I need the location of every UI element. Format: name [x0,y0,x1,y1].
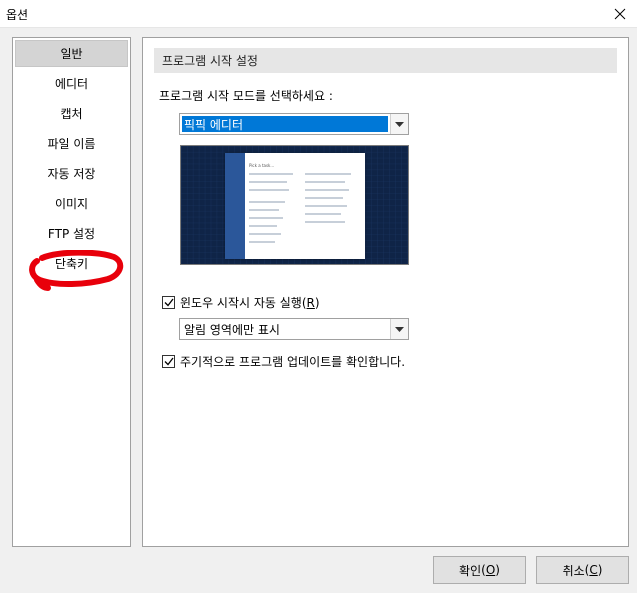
startup-mode-value: 픽픽 에디터 [181,115,389,133]
sidebar-item-label: 자동 저장 [47,167,96,181]
title-bar: 옵션 [0,0,637,28]
checkmark-icon [164,357,174,366]
options-sidebar: 일반 에디터 캡처 파일 이름 자동 저장 이미지 FTP 설정 단축키 [12,37,131,547]
startup-mode-select[interactable]: 픽픽 에디터 [179,113,409,135]
cancel-label: 취소 [562,563,585,578]
update-check-checkbox[interactable]: 주기적으로 프로그램 업데이트를 확인합니다. [162,353,405,370]
sidebar-item-capture[interactable]: 캡처 [15,100,128,127]
dropdown-button[interactable] [390,319,408,339]
sidebar-item-label: FTP 설정 [47,227,96,241]
sidebar-item-editor[interactable]: 에디터 [15,70,128,97]
preview-editor-window: Pick a task... [225,153,365,259]
preview-line [249,189,289,191]
update-check-label: 주기적으로 프로그램 업데이트를 확인합니다. [180,355,406,369]
preview-line [249,217,283,219]
general-settings-panel: 프로그램 시작 설정 프로그램 시작 모드를 선택하세요 : 픽픽 에디터 Pi… [142,37,629,547]
preview-title: Pick a task... [249,163,275,168]
window-title: 옵션 [6,8,29,22]
autorun-checkbox[interactable]: 윈도우 시작시 자동 실행(R) [162,294,320,311]
preview-line [305,181,345,183]
sidebar-item-label: 단축키 [54,257,89,271]
tray-mode-value: 알림 영역에만 표시 [184,322,280,337]
ok-label: 확인 [459,563,482,578]
preview-line [249,201,285,203]
preview-line [249,241,275,243]
tray-mode-select[interactable]: 알림 영역에만 표시 [179,318,409,340]
section-header: 프로그램 시작 설정 [154,48,617,73]
sidebar-item-label: 캡처 [60,107,83,121]
ok-button[interactable]: 확인(O) [433,556,526,584]
autorun-mnemonic: R [306,295,315,310]
sidebar-item-shortcuts[interactable]: 단축키 [15,250,128,277]
sidebar-item-autosave[interactable]: 자동 저장 [15,160,128,187]
dropdown-button[interactable] [390,114,408,134]
sidebar-item-general[interactable]: 일반 [15,40,128,67]
ok-mnemonic-close: ) [495,563,500,577]
cancel-mnemonic-close: ) [597,563,603,577]
sidebar-item-image[interactable]: 이미지 [15,190,128,217]
sidebar-item-label: 일반 [60,47,83,61]
close-icon [614,8,626,20]
preview-line [249,173,293,175]
sidebar-item-label: 이미지 [54,197,89,211]
sidebar-item-label: 파일 이름 [47,137,96,151]
preview-line [249,233,281,235]
preview-line [249,225,277,227]
checkbox-box[interactable] [162,296,175,309]
sidebar-item-label: 에디터 [54,77,89,91]
section-title: 프로그램 시작 설정 [162,54,258,68]
checkbox-box[interactable] [162,355,175,368]
startup-mode-preview: Pick a task... [180,145,409,265]
preview-line [305,205,347,207]
preview-line [305,197,343,199]
autorun-mnemonic-close: ) [314,295,320,310]
preview-line [305,221,345,223]
checkmark-icon [164,298,174,307]
preview-line [305,189,349,191]
sidebar-item-filename[interactable]: 파일 이름 [15,130,128,157]
sidebar-item-ftp[interactable]: FTP 설정 [15,220,128,247]
chevron-down-icon [395,121,404,127]
preview-line [305,213,341,215]
preview-sidebar-rail [225,153,245,259]
autorun-label: 윈도우 시작시 자동 실행 [180,296,302,310]
preview-line [249,209,279,211]
preview-line [249,181,287,183]
ok-mnemonic: O [485,563,496,577]
startup-mode-label: 프로그램 시작 모드를 선택하세요 : [159,89,333,103]
chevron-down-icon [395,326,404,332]
close-button[interactable] [603,0,637,28]
preview-line [305,173,351,175]
cancel-mnemonic: C [589,563,598,577]
cancel-button[interactable]: 취소(C) [536,556,629,584]
